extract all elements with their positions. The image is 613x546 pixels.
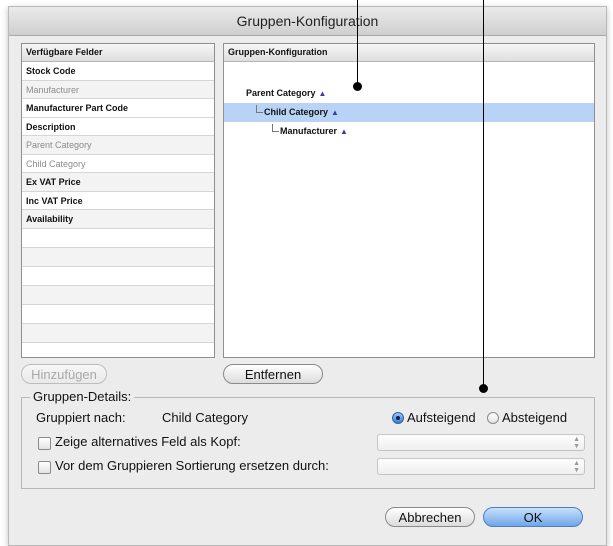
tree-item-parent-category[interactable]: Parent Category ▲ bbox=[224, 84, 594, 103]
descending-label[interactable]: Absteigend bbox=[502, 410, 567, 425]
add-button[interactable]: Hinzufügen bbox=[21, 364, 107, 384]
replace-sort-select[interactable]: ▲ ▼ bbox=[377, 458, 585, 475]
field-item-manufacturer[interactable]: Manufacturer bbox=[22, 80, 214, 99]
alt-header-checkbox[interactable] bbox=[38, 437, 51, 450]
alt-header-label[interactable]: Zeige alternatives Feld als Kopf: bbox=[55, 434, 241, 449]
field-item-stock-code[interactable]: Stock Code bbox=[22, 62, 214, 81]
tree-item-manufacturer[interactable]: Manufacturer ▲ bbox=[224, 122, 594, 141]
callout-dot bbox=[479, 384, 488, 393]
tree-item-label: Manufacturer bbox=[280, 126, 338, 136]
ascending-label[interactable]: Aufsteigend bbox=[407, 410, 476, 425]
window-title: Gruppen-Konfiguration bbox=[9, 7, 606, 36]
callout-line bbox=[483, 0, 484, 388]
field-item-availability[interactable]: Availability bbox=[22, 210, 214, 229]
ascending-radio[interactable] bbox=[392, 412, 404, 424]
callout-line bbox=[357, 0, 358, 86]
callout-dot bbox=[353, 82, 362, 91]
list-item bbox=[22, 267, 214, 286]
available-fields-header: Verfügbare Felder bbox=[22, 44, 214, 62]
group-details-box: Gruppen-Details: Gruppiert nach: Child C… bbox=[21, 389, 595, 489]
tree-item-label: Parent Category bbox=[246, 88, 316, 98]
field-item-manufacturer-part-code[interactable]: Manufacturer Part Code bbox=[22, 99, 214, 118]
descending-radio[interactable] bbox=[487, 412, 499, 424]
tree-connector bbox=[256, 105, 263, 113]
field-item-inc-vat-price[interactable]: Inc VAT Price bbox=[22, 192, 214, 210]
list-item bbox=[22, 305, 214, 324]
cancel-button[interactable]: Abbrechen bbox=[385, 507, 475, 527]
alt-header-select[interactable]: ▲ ▼ bbox=[377, 434, 585, 451]
grouped-by-value: Child Category bbox=[162, 410, 248, 425]
triangle-up-icon[interactable]: ▲ bbox=[331, 108, 339, 117]
stepper-arrows-icon: ▲ ▼ bbox=[573, 460, 580, 474]
group-details-title: Gruppen-Details: bbox=[30, 389, 135, 404]
field-item-child-category[interactable]: Child Category bbox=[22, 155, 214, 173]
group-config-header: Gruppen-Konfiguration bbox=[224, 44, 594, 62]
grouped-by-label: Gruppiert nach: bbox=[36, 410, 126, 425]
replace-sort-label[interactable]: Vor dem Gruppieren Sortierung ersetzen d… bbox=[55, 458, 329, 473]
group-config-tree[interactable]: Gruppen-Konfiguration Parent Category ▲ C… bbox=[223, 43, 595, 358]
list-item bbox=[22, 229, 214, 248]
field-item-parent-category[interactable]: Parent Category bbox=[22, 136, 214, 155]
remove-button[interactable]: Entfernen bbox=[223, 364, 323, 384]
field-item-ex-vat-price[interactable]: Ex VAT Price bbox=[22, 173, 214, 192]
tree-connector bbox=[272, 124, 279, 132]
field-item-description[interactable]: Description bbox=[22, 118, 214, 136]
triangle-up-icon[interactable]: ▲ bbox=[340, 127, 348, 136]
list-item bbox=[22, 323, 214, 343]
group-config-dialog: Gruppen-Konfiguration Verfügbare Felder … bbox=[8, 6, 607, 546]
available-fields-list[interactable]: Verfügbare Felder Stock Code Manufacture… bbox=[21, 43, 215, 358]
stepper-arrows-icon: ▲ ▼ bbox=[573, 436, 580, 450]
replace-sort-checkbox[interactable] bbox=[38, 461, 51, 474]
tree-item-child-category[interactable]: Child Category ▲ bbox=[224, 103, 594, 122]
triangle-up-icon[interactable]: ▲ bbox=[319, 89, 327, 98]
tree-item-label: Child Category bbox=[264, 107, 329, 117]
list-item bbox=[22, 285, 214, 305]
ok-button[interactable]: OK bbox=[483, 507, 583, 527]
list-item bbox=[22, 247, 214, 267]
